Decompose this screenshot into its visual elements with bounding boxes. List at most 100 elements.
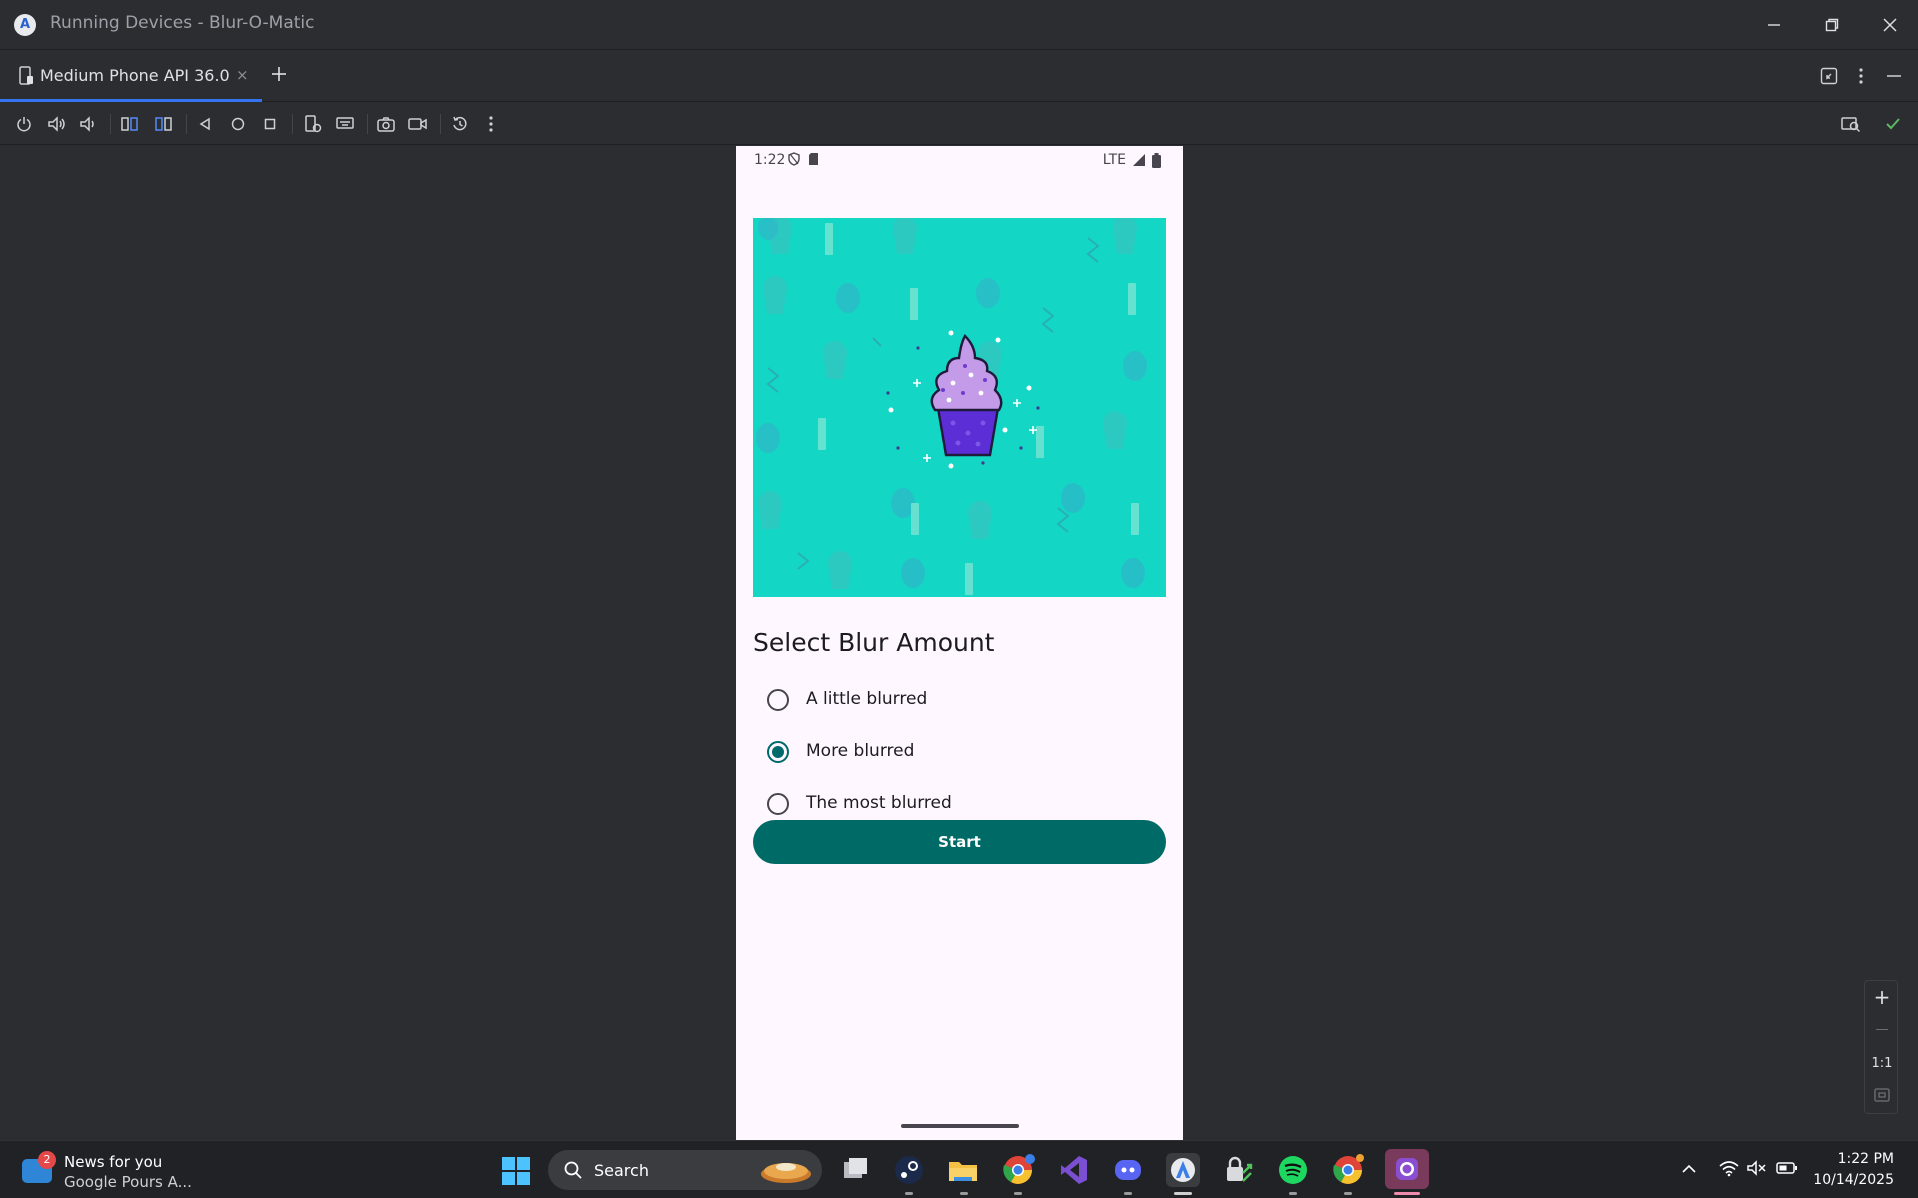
status-indicators: LTE [1103, 152, 1161, 168]
shield-icon [788, 152, 800, 166]
running-indicator [1289, 1192, 1297, 1195]
active-app-indicator [1394, 1192, 1420, 1195]
radio-button-selected[interactable] [767, 741, 789, 763]
zoom-controls: + — 1:1 [1864, 980, 1898, 1114]
toolbar-divider [440, 114, 441, 134]
sd-card-icon [809, 153, 818, 165]
search-icon [564, 1161, 582, 1179]
toolbar-divider [110, 114, 111, 134]
cupcake-image [753, 218, 1166, 597]
blur-option-most[interactable]: The most blurred [753, 781, 1166, 825]
android-studio-icon[interactable] [1166, 1153, 1200, 1187]
android-studio-logo-icon: A [14, 14, 36, 36]
news-badge: 2 [38, 1151, 56, 1169]
spotify-icon[interactable] [1276, 1153, 1310, 1187]
tab-options-button[interactable] [1849, 64, 1873, 88]
toolbar-divider [367, 114, 368, 134]
option-label: The most blurred [806, 793, 952, 813]
clock-date: 10/14/2025 [1813, 1172, 1894, 1188]
discord-icon[interactable] [1111, 1153, 1145, 1187]
power-button[interactable] [11, 112, 37, 136]
network-type: LTE [1102, 152, 1126, 168]
minimize-button[interactable] [1744, 0, 1804, 50]
tab-close-icon[interactable]: × [236, 66, 249, 84]
file-explorer-icon[interactable] [838, 1153, 872, 1187]
visual-studio-icon[interactable] [1057, 1153, 1091, 1187]
volume-down-icon [80, 116, 94, 132]
chrome-icon[interactable] [1001, 1153, 1035, 1187]
gesture-nav-handle[interactable] [901, 1124, 1019, 1128]
radio-button[interactable] [767, 689, 789, 711]
search-label: Search [594, 1161, 649, 1180]
active-app-indicator [1174, 1192, 1192, 1195]
add-tab-button[interactable] [266, 61, 292, 87]
reset-button[interactable] [447, 112, 473, 136]
taskbar-clock[interactable]: 1:22 PM 10/14/2025 [1813, 1149, 1894, 1191]
minimize-icon [1768, 24, 1780, 26]
rotate-left-button[interactable] [117, 112, 143, 136]
more-icon [489, 116, 493, 132]
taskbar-search[interactable]: Search [548, 1150, 822, 1190]
running-indicator [1124, 1192, 1132, 1195]
zoom-actual-size-button[interactable]: 1:1 [1865, 1047, 1899, 1079]
speaker-muted-icon[interactable] [1746, 1159, 1768, 1177]
screen-record-icon [408, 118, 427, 130]
plus-icon [272, 67, 286, 81]
close-window-button[interactable] [1860, 0, 1918, 50]
chrome-canary-icon[interactable] [1331, 1153, 1365, 1187]
zoom-one-to-one-label: 1:1 [1871, 1055, 1893, 1071]
zoom-in-button[interactable]: + [1865, 981, 1899, 1013]
active-tab-indicator [0, 99, 262, 102]
folder-icon[interactable] [946, 1153, 980, 1187]
device-explorer-button[interactable] [1838, 112, 1864, 136]
tab-medium-phone[interactable]: Medium Phone API 36.0 × [0, 50, 262, 102]
wifi-icon[interactable] [1718, 1159, 1740, 1177]
keyboard-button[interactable] [332, 112, 358, 136]
github-desktop-icon[interactable] [1385, 1149, 1429, 1189]
windows-start-icon[interactable] [502, 1157, 530, 1185]
screenshot-button[interactable] [373, 112, 399, 136]
start-button[interactable]: Start [753, 820, 1166, 864]
hide-panel-button[interactable] [1882, 64, 1906, 88]
rotate-right-icon [155, 117, 172, 131]
screen-record-button[interactable] [405, 112, 431, 136]
zoom-out-button[interactable]: — [1865, 1013, 1899, 1045]
option-label: More blurred [806, 741, 915, 761]
battery-icon [1152, 152, 1161, 168]
volume-down-button[interactable] [75, 112, 101, 136]
zoom-fit-button[interactable] [1865, 1079, 1899, 1111]
chevron-up-icon[interactable] [1681, 1161, 1697, 1177]
rotate-left-icon [121, 117, 138, 131]
vpn-icon[interactable] [1221, 1153, 1255, 1187]
toolbar-divider [292, 114, 293, 134]
device-settings-icon [305, 115, 322, 133]
zoom-in-icon: + [1873, 985, 1891, 1009]
blur-option-little[interactable]: A little blurred [753, 677, 1166, 721]
blur-option-more[interactable]: More blurred [753, 729, 1166, 773]
restore-button[interactable] [1802, 0, 1862, 50]
window-title: Running Devices - Blur-O-Matic [50, 13, 315, 33]
clock-time: 1:22 PM [1837, 1151, 1894, 1167]
phone-screen[interactable]: 1:22 LTE Select Blur Amount A little blu… [736, 146, 1183, 1140]
device-settings-button[interactable] [300, 112, 326, 136]
radio-button[interactable] [767, 793, 789, 815]
back-button[interactable] [192, 112, 218, 136]
home-button[interactable] [225, 112, 251, 136]
keyboard-icon [336, 117, 354, 129]
close-icon [1883, 18, 1897, 32]
steam-icon[interactable] [892, 1153, 926, 1187]
check-icon [1886, 118, 1900, 130]
collapse-panel-button[interactable] [1817, 64, 1841, 88]
running-indicator [905, 1192, 913, 1195]
minimize-panel-icon [1887, 75, 1901, 77]
overview-button[interactable] [257, 112, 283, 136]
volume-up-button[interactable] [44, 112, 70, 136]
battery-status-icon[interactable] [1776, 1160, 1798, 1176]
more-options-button[interactable] [478, 112, 504, 136]
status-notifications [788, 152, 819, 166]
running-indicator [1344, 1192, 1352, 1195]
rotate-right-button[interactable] [151, 112, 177, 136]
device-tab-bar: Medium Phone API 36.0 × [0, 50, 1918, 102]
cupcake-illustration [756, 218, 1147, 595]
news-subtitle: Google Pours A... [64, 1173, 192, 1191]
